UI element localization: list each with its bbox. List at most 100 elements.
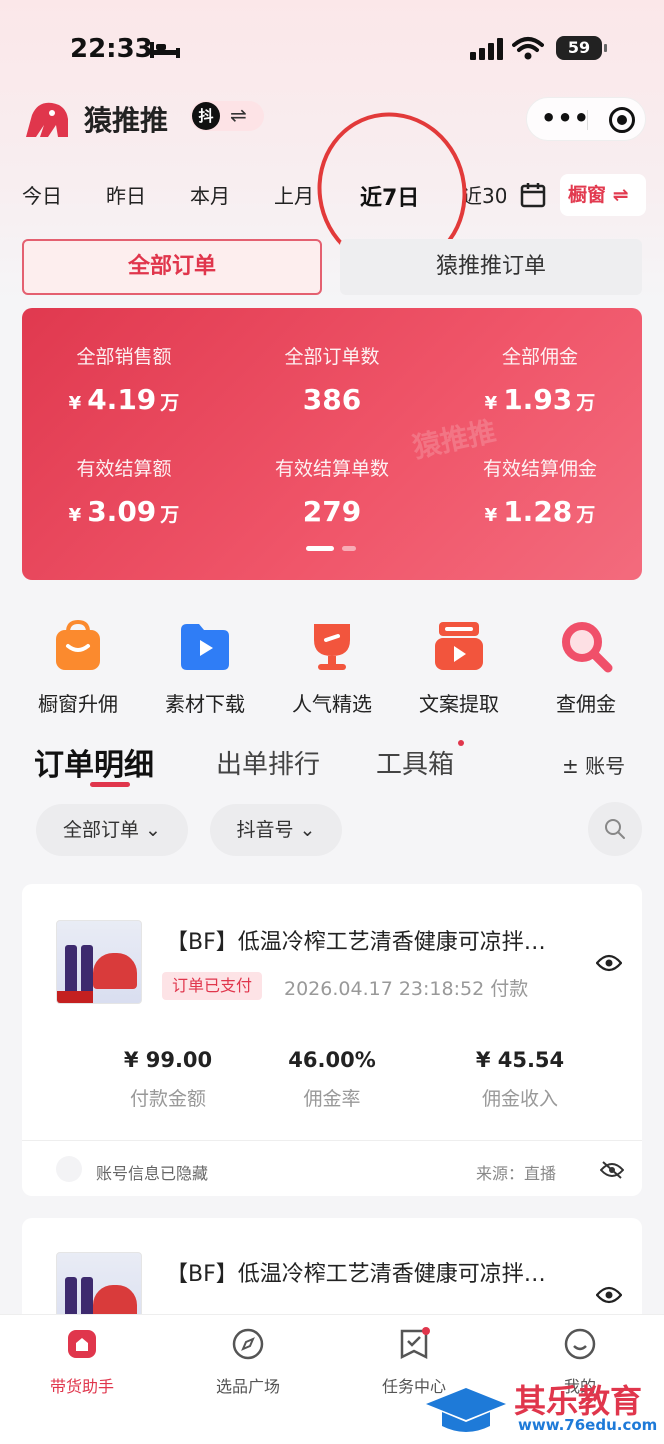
order-card[interactable]: 【BF】低温冷榨工艺清香健康可凉拌… 订单已支付 2026.04.17 23:1… xyxy=(22,884,642,1196)
home-icon xyxy=(68,1330,96,1358)
metric-payment-amount: ¥ 99.00 付款金额 xyxy=(78,1048,258,1111)
stats-card[interactable]: 猿推推 全部销售额 ¥4.19 万 全部订单数 386 全部佣金 ¥1.93 万 有… xyxy=(22,308,642,580)
miniapp-capsule: ••• xyxy=(526,97,646,141)
order-status-badge: 订单已支付 xyxy=(162,972,263,1000)
tab-ytt-orders[interactable]: 猿推推订单 xyxy=(340,239,642,295)
douyin-icon: 抖 xyxy=(192,102,220,130)
tab-order-detail[interactable]: 订单明细 xyxy=(34,740,154,784)
compass-icon xyxy=(232,1328,264,1360)
shop-window-toggle[interactable]: 橱窗 ⇌ xyxy=(560,174,646,216)
carousel-dot xyxy=(342,546,356,551)
brand-url: www.76edu.com xyxy=(518,1416,658,1434)
stat-valid-settlement-orders: 有效结算单数 279 xyxy=(232,454,432,528)
nav-item-sales-assistant[interactable]: 带货助手 xyxy=(22,1327,142,1397)
close-miniapp-icon[interactable] xyxy=(609,107,635,133)
search-button[interactable] xyxy=(588,802,642,856)
metric-label: 佣金率 xyxy=(303,1088,361,1110)
quick-action-shop-commission[interactable]: 橱窗升佣 xyxy=(18,618,138,717)
quick-action-label: 文案提取 xyxy=(419,692,499,716)
stat-label: 全部销售额 xyxy=(76,346,172,368)
stat-label: 全部订单数 xyxy=(284,346,380,368)
task-icon xyxy=(400,1327,430,1360)
quick-action-label: 橱窗升佣 xyxy=(38,692,118,716)
stat-value: ¥1.28 万 xyxy=(484,495,596,528)
stat-valid-settlement-amount: 有效结算额 ¥3.09 万 xyxy=(24,454,224,528)
filter-douyin-id-dropdown[interactable]: 抖音号 ⌄ xyxy=(210,804,342,856)
search-icon xyxy=(605,819,625,839)
date-tab-last-month[interactable]: 上月 xyxy=(274,180,314,209)
more-options-icon[interactable]: ••• xyxy=(541,104,590,132)
nav-label: 选品广场 xyxy=(215,1377,280,1396)
avatar xyxy=(56,1156,82,1182)
battery-indicator: 59 xyxy=(556,36,607,60)
app-header: 猿推推 抖 ⇌ ••• xyxy=(0,95,664,145)
graduation-cap-logo-icon xyxy=(426,1388,506,1432)
quick-action-popular-picks[interactable]: 人气精选 xyxy=(272,618,392,717)
quick-action-label: 素材下载 xyxy=(165,692,245,716)
stat-value: ¥3.09 万 xyxy=(68,495,180,528)
stat-label: 有效结算佣金 xyxy=(482,458,597,480)
shopping-bag-icon xyxy=(56,619,100,670)
text-extract-icon xyxy=(435,622,483,670)
magnifier-icon xyxy=(562,622,613,673)
product-image xyxy=(56,920,142,1004)
date-tab-yesterday[interactable]: 昨日 xyxy=(106,180,146,209)
stat-label: 有效结算额 xyxy=(76,458,172,480)
metric-label: 付款金额 xyxy=(129,1088,206,1110)
status-time: 22:33 xyxy=(70,34,153,64)
metric-value: ¥ 99.00 xyxy=(123,1048,213,1072)
stat-valid-settlement-commission: 有效结算佣金 ¥1.28 万 xyxy=(440,454,640,528)
tab-order-ranking[interactable]: 出单排行 xyxy=(216,744,320,781)
quick-action-material-download[interactable]: 素材下载 xyxy=(145,618,265,717)
stat-total-commission: 全部佣金 ¥1.93 万 xyxy=(440,342,640,416)
stat-label: 有效结算单数 xyxy=(274,458,389,480)
wifi-icon xyxy=(512,37,544,60)
status-bar: 22:33 59 xyxy=(0,28,664,72)
stat-value: ¥1.93 万 xyxy=(484,383,596,416)
order-source: 来源：直播 xyxy=(476,1164,557,1183)
metric-commission-rate: 46.00% 佣金率 xyxy=(242,1048,422,1111)
tab-all-orders[interactable]: 全部订单 xyxy=(22,239,322,295)
eye-icon[interactable] xyxy=(596,1286,622,1304)
account-button[interactable]: ± 账号 xyxy=(562,750,625,779)
nav-label: 带货助手 xyxy=(49,1377,114,1396)
stat-value: 279 xyxy=(302,495,362,528)
stat-total-sales: 全部销售额 ¥4.19 万 xyxy=(24,342,224,416)
calendar-icon[interactable] xyxy=(520,182,546,208)
date-tab-today[interactable]: 今日 xyxy=(22,180,62,209)
quick-action-label: 人气精选 xyxy=(292,692,372,716)
filter-all-orders-dropdown[interactable]: 全部订单 ⌄ xyxy=(36,804,188,856)
active-tab-underline xyxy=(90,782,130,787)
carousel-dot-active xyxy=(306,546,334,551)
nav-item-product-square[interactable]: 选品广场 xyxy=(188,1327,308,1397)
section-tabs: 订单明细 出单排行 工具箱 ± 账号 xyxy=(0,740,664,790)
quick-action-copy-extract[interactable]: 文案提取 xyxy=(399,618,519,717)
profile-icon xyxy=(564,1328,596,1360)
eye-off-icon[interactable] xyxy=(600,1160,624,1180)
gorilla-logo-icon xyxy=(26,102,68,137)
payment-time: 2026.04.17 23:18:52 付款 xyxy=(284,978,529,1000)
tab-toolbox[interactable]: 工具箱 xyxy=(376,744,454,781)
stat-label: 全部佣金 xyxy=(501,346,578,368)
sleep-focus-icon xyxy=(150,42,180,58)
date-tab-last-30-days[interactable]: 近30 xyxy=(462,180,506,209)
metric-value: 46.00% xyxy=(288,1048,376,1072)
card-divider xyxy=(22,1140,642,1141)
metric-value: ¥ 45.54 xyxy=(475,1048,565,1072)
stat-value: 386 xyxy=(302,383,362,416)
app-title: 猿推推 xyxy=(84,104,169,137)
brand-watermark: 其乐教育 www.76edu.com xyxy=(424,1376,664,1444)
date-tab-this-month[interactable]: 本月 xyxy=(190,180,230,209)
stat-total-orders: 全部订单数 386 xyxy=(232,342,432,416)
product-title: 【BF】低温冷榨工艺清香健康可凉拌… xyxy=(166,1262,546,1287)
quick-action-check-commission[interactable]: 查佣金 xyxy=(526,618,646,717)
metric-label: 佣金收入 xyxy=(481,1088,558,1110)
capsule-divider xyxy=(587,110,588,130)
metric-commission-income: ¥ 45.54 佣金收入 xyxy=(430,1048,610,1111)
notification-dot xyxy=(458,740,464,746)
order-card[interactable]: 【BF】低温冷榨工艺清香健康可凉拌… xyxy=(22,1218,642,1328)
eye-icon[interactable] xyxy=(596,954,622,972)
switch-arrows-icon: ⇌ xyxy=(230,103,247,127)
platform-switch[interactable]: 抖 ⇌ xyxy=(190,101,264,131)
date-tab-last-7-days[interactable]: 近7日 xyxy=(360,180,419,212)
